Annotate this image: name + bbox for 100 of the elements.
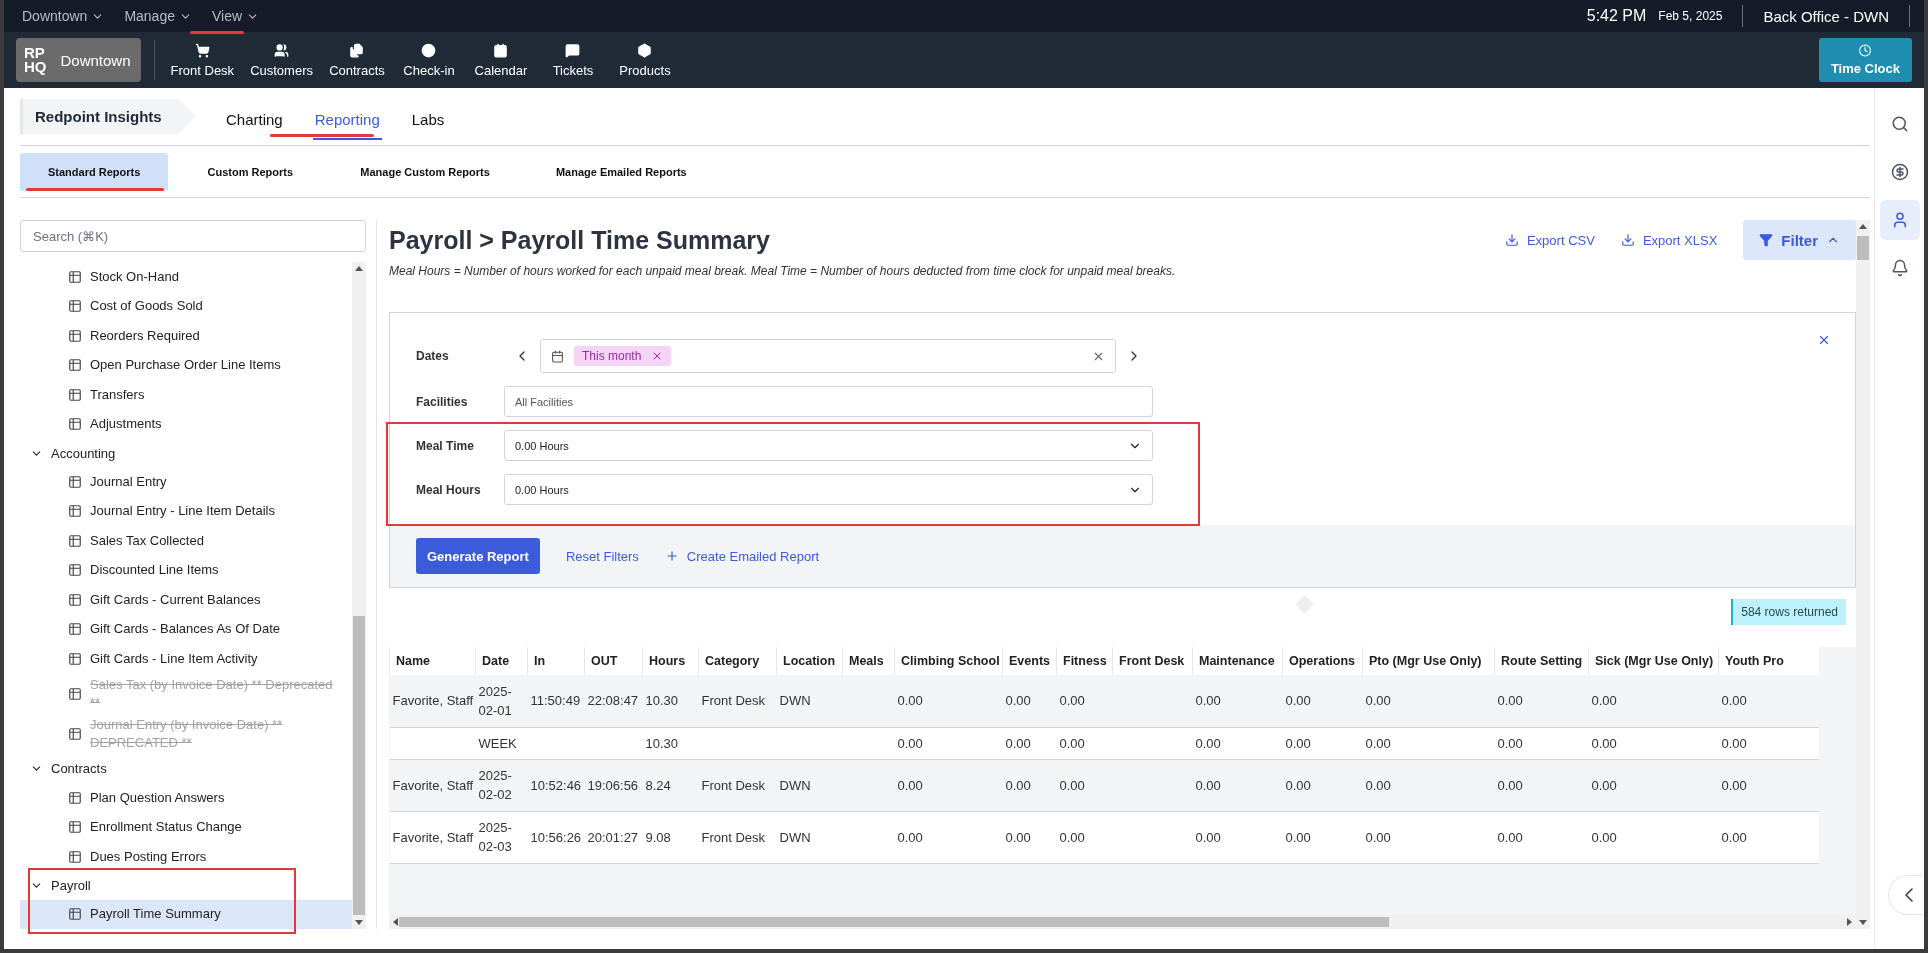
column-header[interactable]: OUT	[584, 647, 643, 675]
table-icon	[68, 563, 82, 578]
field-label: Meal Hours	[416, 482, 482, 497]
scrollbar[interactable]	[352, 262, 366, 929]
report-item[interactable]: Gift Cards - Line Item Activity	[20, 644, 352, 674]
input-field[interactable]: All Facilities	[504, 386, 1153, 417]
table-cell: 0.00	[1365, 735, 1391, 751]
column-header[interactable]: Fitness	[1056, 647, 1113, 675]
logo: RP HQ	[24, 46, 47, 74]
table-icon	[68, 358, 82, 373]
menu-item[interactable]: Downtown	[22, 8, 105, 24]
report-tab[interactable]: Standard Reports	[20, 152, 169, 191]
column-header[interactable]: Maintenance	[1192, 647, 1283, 675]
nav-button[interactable]: Check-in	[393, 38, 465, 82]
select-field[interactable]: 0.00 Hours	[504, 474, 1153, 505]
table-cell: 0.00	[1059, 735, 1085, 751]
report-item[interactable]: Cost of Goods Sold	[20, 291, 352, 321]
column-header[interactable]: Youth Pro	[1718, 647, 1819, 675]
brand-name: Downtown	[60, 51, 131, 69]
report-item[interactable]: Dues Posting Errors	[20, 841, 352, 872]
report-item[interactable]: Journal Entry	[20, 467, 352, 497]
nav-button[interactable]: Calendar	[465, 38, 537, 82]
date-chip: This month	[574, 346, 672, 366]
nav-button[interactable]: Contracts	[321, 38, 393, 82]
tab[interactable]: Charting	[224, 103, 285, 140]
create-emailed-report-link[interactable]: Create Emailed Report	[664, 548, 820, 564]
scrollbar[interactable]	[1856, 220, 1870, 929]
tab[interactable]: Labs	[409, 103, 447, 140]
column-header[interactable]: Events	[1002, 647, 1057, 675]
menu-item[interactable]: Manage	[124, 8, 192, 24]
column-header[interactable]: Meals	[842, 647, 895, 675]
table-cell: 2025-02-02	[478, 768, 512, 802]
page-title: Payroll > Payroll Time Summary	[389, 225, 771, 255]
horizontal-scrollbar[interactable]	[389, 915, 1856, 929]
report-tab[interactable]: Custom Reports	[178, 152, 323, 191]
report-item[interactable]: Transfers	[20, 380, 352, 410]
column-header[interactable]: Climbing School	[894, 647, 1003, 675]
report-item[interactable]: Gift Cards - Balances As Of Date	[20, 614, 352, 645]
nav-button[interactable]: Tickets	[537, 38, 609, 82]
table-cell: 9.08	[645, 829, 671, 845]
export-button[interactable]: Export XLSX	[1620, 232, 1718, 248]
report-item[interactable]: Sales Tax Collected	[20, 526, 352, 556]
download-icon	[1504, 233, 1519, 247]
column-header[interactable]: Date	[475, 647, 528, 675]
tree-group[interactable]: Payroll	[20, 871, 352, 900]
search-field[interactable]: Search (⌘K)	[20, 220, 366, 252]
table-cell: 2025-02-03	[478, 820, 512, 854]
tree-group[interactable]: Accounting	[20, 439, 352, 468]
table-cell: 11:50:49	[530, 693, 581, 709]
export-button[interactable]: Export CSV	[1504, 232, 1595, 248]
report-item[interactable]: Journal Entry - Line Item Details	[20, 496, 352, 527]
report-item[interactable]: Payroll Time Summary	[20, 899, 352, 929]
nav-button[interactable]: Customers	[242, 38, 321, 82]
column-header[interactable]: Route Setting	[1494, 647, 1589, 675]
column-header[interactable]: Sick (Mgr Use Only)	[1588, 647, 1719, 675]
report-item[interactable]: Enrollment Status Change	[20, 812, 352, 842]
person-button[interactable]	[1879, 200, 1920, 240]
column-header[interactable]: Name	[389, 647, 476, 675]
report-item[interactable]: Reorders Required	[20, 321, 352, 351]
table-cell: 0.00	[897, 735, 923, 751]
table-cell: 0.00	[1195, 777, 1221, 793]
report-item[interactable]: Plan Question Answers	[20, 782, 352, 813]
table-cell: 0.00	[1365, 693, 1391, 709]
report-item[interactable]: Stock On-Hand	[20, 262, 352, 292]
column-header[interactable]: Location	[776, 647, 843, 675]
chevron-left-icon	[1904, 888, 1913, 902]
menu-item[interactable]: View	[211, 8, 260, 24]
filter-button[interactable]: Filter	[1743, 220, 1856, 260]
report-item[interactable]: Discounted Line Items	[20, 555, 352, 586]
report-item[interactable]: Adjustments	[20, 409, 352, 439]
tree-group[interactable]: Contracts	[20, 754, 352, 783]
table-cell: 0.00	[897, 693, 923, 709]
table-cell: 0.00	[1285, 829, 1311, 845]
table-cell: 0.00	[1059, 777, 1085, 793]
close-button[interactable]	[1817, 333, 1831, 347]
column-header[interactable]: In	[527, 647, 585, 675]
report-tab[interactable]: Manage Emailed Reports	[527, 152, 715, 191]
field-label: Meal Time	[416, 438, 475, 453]
table-cell: 0.00	[1721, 777, 1747, 793]
report-item[interactable]: Gift Cards - Current Balances	[20, 585, 352, 615]
generate-report-button[interactable]: Generate Report	[416, 538, 540, 574]
nav-button[interactable]: Products	[609, 38, 681, 82]
report-item[interactable]: Open Purchase Order Line Items	[20, 350, 352, 380]
table-cell: 0.00	[1195, 829, 1221, 845]
reset-filters-link[interactable]: Reset Filters	[565, 548, 639, 564]
select-field[interactable]: 0.00 Hours	[504, 430, 1153, 461]
table-icon	[68, 790, 82, 805]
column-header[interactable]: Hours	[642, 647, 699, 675]
date-range-field[interactable]: This month	[540, 339, 1116, 373]
nav-button[interactable]: Front Desk	[162, 38, 243, 82]
column-header[interactable]: Operations	[1282, 647, 1363, 675]
table-icon	[68, 533, 82, 548]
search-icon	[1890, 115, 1909, 133]
collapse-button[interactable]	[1888, 875, 1924, 915]
time-clock-button[interactable]: Time Clock	[1818, 38, 1912, 82]
report-tab[interactable]: Manage Custom Reports	[332, 152, 518, 191]
table-cell: 0.00	[1721, 693, 1747, 709]
column-header[interactable]: Pto (Mgr Use Only)	[1362, 647, 1495, 675]
column-header[interactable]: Front Desk	[1112, 647, 1193, 675]
column-header[interactable]: Category	[698, 647, 777, 675]
